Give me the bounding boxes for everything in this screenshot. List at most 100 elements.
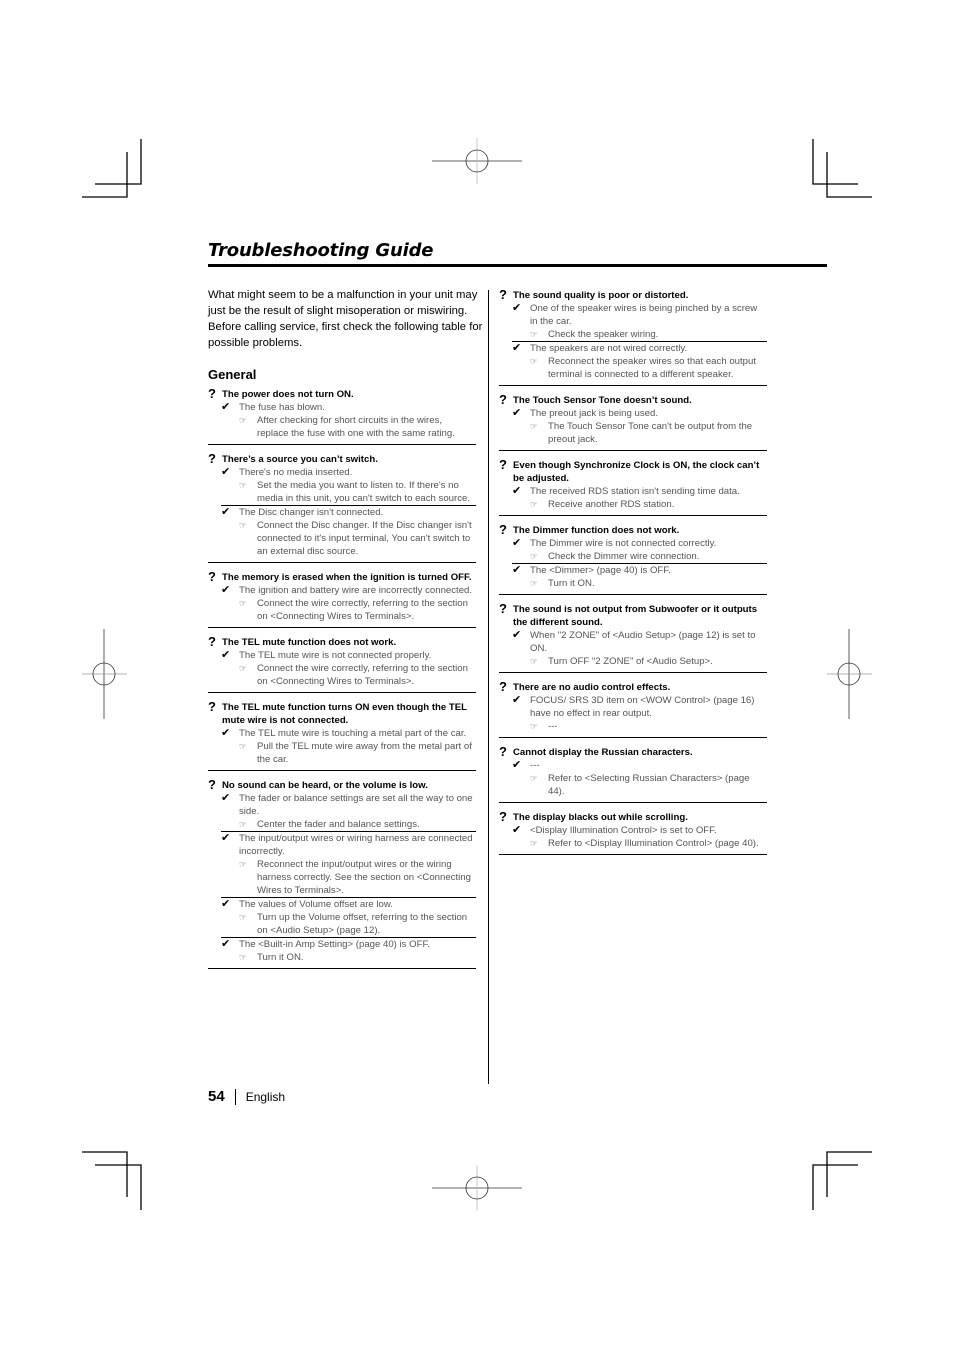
checkmark-icon: ✔ [221, 727, 231, 739]
remedy-text: Reconnect the input/output wires or the … [257, 859, 471, 896]
page-number: 54 [208, 1088, 225, 1105]
checkmark-icon: ✔ [512, 629, 522, 641]
problem-row: ? Cannot display the Russian characters. [499, 744, 767, 759]
remedy-text: After checking for short circuits in the… [257, 415, 455, 439]
remedy-row: ☞ Connect the Disc changer. If the Disc c… [239, 519, 476, 558]
cause-block: ✔ The ignition and battery wire are incor… [221, 584, 476, 623]
remedy-row: ☞ Turn it ON. [530, 577, 767, 590]
cause-row: ✔ The preout jack is being used. [512, 407, 767, 420]
problem-entry: ? The display blacks out while scrolling.… [499, 809, 767, 855]
pointing-hand-icon: ☞ [530, 838, 538, 848]
checkmark-icon: ✔ [512, 564, 522, 576]
crop-mark-top-right-inner [812, 139, 858, 185]
cause-block: ✔ The TEL mute wire is touching a metal p… [221, 727, 476, 766]
question-icon: ? [208, 634, 216, 649]
problem-text: There’s a source you can’t switch. [222, 454, 378, 465]
remedy-row: ☞ Refer to <Display Illumination Control>… [530, 837, 767, 850]
checkmark-icon: ✔ [221, 898, 231, 910]
cause-row: ✔ The input/output wires or wiring harnes… [221, 832, 476, 858]
problem-entry: ? The sound quality is poor or distorted.… [499, 287, 767, 386]
remedy-text: Turn it ON. [257, 952, 304, 963]
pointing-hand-icon: ☞ [239, 520, 247, 530]
remedy-row: ☞ Center the fader and balance settings. [239, 818, 476, 831]
question-icon: ? [499, 392, 507, 407]
remedy-row: ☞ Check the speaker wiring. [530, 328, 767, 341]
cause-block: ✔ The fader or balance settings are set a… [221, 792, 476, 831]
cause-row: ✔ --- [512, 759, 767, 772]
checkmark-icon: ✔ [221, 832, 231, 844]
problem-text: The sound quality is poor or distorted. [513, 290, 689, 301]
pointing-hand-icon: ☞ [239, 859, 247, 869]
remedy-row: ☞ --- [530, 720, 767, 733]
problem-entry: ? The TEL mute function turns ON even tho… [208, 700, 476, 771]
remedy-row: ☞ Connect the wire correctly, referring t… [239, 597, 476, 623]
problem-row: ? The TEL mute function does not work. [208, 634, 476, 649]
footer-separator [234, 1088, 236, 1105]
remedy-text: Refer to <Display Illumination Control> … [548, 838, 759, 849]
cause-text: The speakers are not wired correctly. [530, 343, 688, 354]
question-icon: ? [208, 451, 216, 466]
remedy-text: Refer to <Selecting Russian Characters> … [548, 773, 750, 797]
remedy-text: Center the fader and balance settings. [257, 819, 420, 830]
cause-block: ✔ The Disc changer isn't connected. ☞ Conne… [221, 505, 476, 558]
cause-text: The ignition and battery wire are incorr… [239, 585, 473, 596]
remedy-text: Turn OFF "2 ZONE" of <Audio Setup>. [548, 656, 713, 667]
pointing-hand-icon: ☞ [239, 663, 247, 673]
question-icon: ? [499, 744, 507, 759]
question-icon: ? [499, 809, 507, 824]
cause-text: The fader or balance settings are set al… [239, 793, 473, 817]
pointing-hand-icon: ☞ [239, 912, 247, 922]
problem-entry: ? There’s a source you can’t switch. ✔ Ther… [208, 451, 476, 563]
remedy-row: ☞ After checking for short circuits in th… [239, 414, 476, 440]
question-icon: ? [499, 287, 507, 302]
problem-text: The display blacks out while scrolling. [513, 812, 688, 823]
problem-entry: ? Cannot display the Russian characters. ✔… [499, 744, 767, 803]
remedy-row: ☞ Pull the TEL mute wire away from the me… [239, 740, 476, 766]
page-footer: 54 English [208, 1088, 285, 1105]
problem-row: ? The sound quality is poor or distorted. [499, 287, 767, 302]
pointing-hand-icon: ☞ [239, 952, 247, 962]
cause-row: ✔ The <Built-in Amp Setting> (page 40) is… [221, 938, 476, 951]
question-icon: ? [499, 457, 507, 472]
problem-row: ? The Dimmer function does not work. [499, 522, 767, 537]
pointing-hand-icon: ☞ [239, 819, 247, 829]
cause-text: The values of Volume offset are low. [239, 899, 393, 910]
problem-text: The TEL mute function does not work. [222, 637, 397, 648]
cause-block: ✔ --- ☞ Refer to <Selecting Russian Charact… [512, 759, 767, 798]
cause-block: ✔ The <Built-in Amp Setting> (page 40) is… [221, 937, 476, 964]
pointing-hand-icon: ☞ [530, 773, 538, 783]
pointing-hand-icon: ☞ [530, 656, 538, 666]
title-rule [208, 264, 827, 267]
remedy-row: ☞ Reconnect the speaker wires so that eac… [530, 355, 767, 381]
cause-row: ✔ There's no media inserted. [221, 466, 476, 479]
remedy-row: ☞ Connect the wire correctly, referring t… [239, 662, 476, 688]
problem-entry: ? There are no audio control effects. ✔ FOC… [499, 680, 767, 738]
crop-mark-bottom-left [82, 1151, 128, 1197]
problem-row: ? There are no audio control effects. [499, 680, 767, 694]
cause-row: ✔ The received RDS station isn't sending … [512, 485, 767, 498]
pointing-hand-icon: ☞ [239, 480, 247, 490]
cause-block: ✔ <Display Illumination Control> is set t… [512, 824, 767, 850]
crop-mark-bottom-right [826, 1151, 872, 1197]
question-icon: ? [499, 522, 507, 537]
problem-text: The memory is erased when the ignition i… [222, 572, 472, 583]
checkmark-icon: ✔ [512, 537, 522, 549]
cause-text: FOCUS/ SRS 3D item on <WOW Control> (pag… [530, 695, 755, 719]
checkmark-icon: ✔ [221, 466, 231, 478]
cause-block: ✔ The speakers are not wired correctly. ☞ R… [512, 341, 767, 381]
problem-text: Even though Synchronize Clock is ON, the… [513, 460, 760, 484]
cause-text: The Dimmer wire is not connected correct… [530, 538, 717, 549]
cause-row: ✔ The Disc changer isn't connected. [221, 506, 476, 519]
checkmark-icon: ✔ [221, 938, 231, 950]
cause-text: The input/output wires or wiring harness… [239, 833, 473, 857]
cause-text: There's no media inserted. [239, 467, 353, 478]
section-heading: General [208, 367, 257, 382]
cause-text: The received RDS station isn't sending t… [530, 486, 740, 497]
cause-text: When "2 ZONE" of <Audio Setup> (page 12)… [530, 630, 756, 654]
question-icon: ? [208, 569, 216, 584]
remedy-text: Connect the Disc changer. If the Disc ch… [257, 520, 472, 557]
pointing-hand-icon: ☞ [239, 598, 247, 608]
column-divider [488, 290, 489, 1084]
problem-row: ? The memory is erased when the ignition … [208, 569, 476, 584]
problem-entry: ? The sound is not output from Subwoofer … [499, 602, 767, 673]
